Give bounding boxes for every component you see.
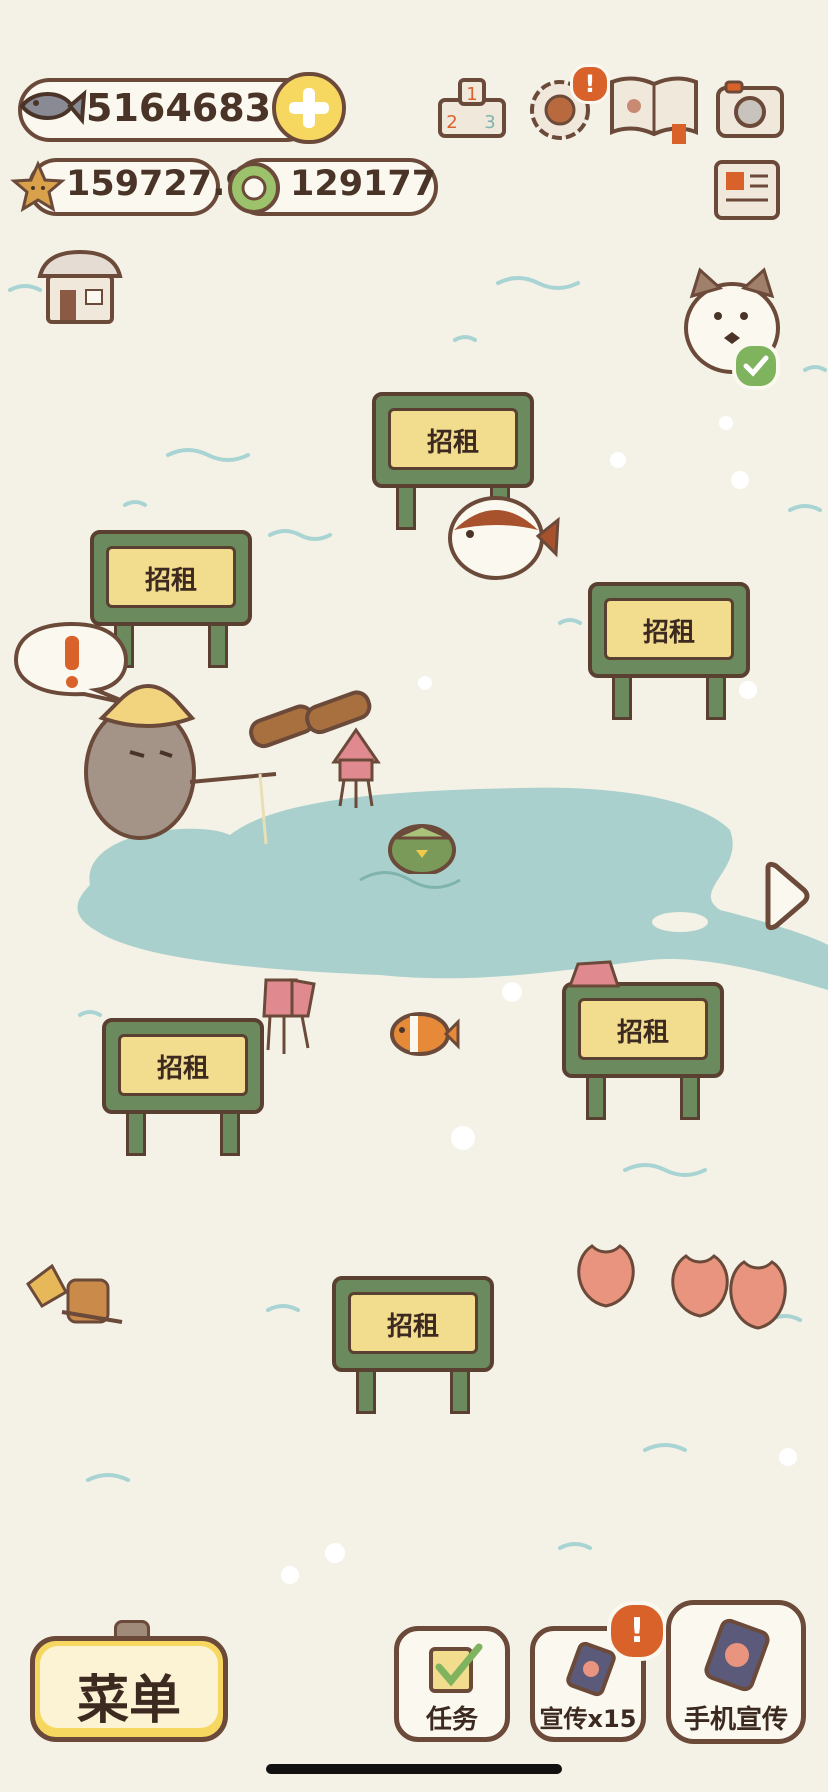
arrow-right-icon xyxy=(765,861,810,931)
rent-sign-4[interactable]: 招租 xyxy=(102,1018,264,1156)
svg-text:1: 1 xyxy=(466,84,477,105)
camera-button[interactable] xyxy=(714,76,786,142)
star-amount: 159727.9 xyxy=(66,164,250,204)
newspaper-icon xyxy=(714,160,780,220)
rent-sign-label: 招租 xyxy=(144,566,197,596)
rent-sign-label: 招租 xyxy=(616,1018,669,1048)
rent-sign-6[interactable]: 招租 xyxy=(332,1276,494,1414)
task-check-icon xyxy=(429,1643,483,1693)
shop-button[interactable] xyxy=(36,246,124,328)
task-label: 任务 xyxy=(425,1705,478,1735)
svg-text:3: 3 xyxy=(484,112,495,133)
shell-icon xyxy=(577,1244,635,1308)
fishing-gear-icon xyxy=(25,1263,123,1324)
star-icon xyxy=(10,160,66,213)
settings-alert-badge: ! xyxy=(570,64,610,104)
rent-sign-5[interactable]: 招租 xyxy=(562,982,724,1120)
settings-button[interactable]: ! xyxy=(522,64,610,146)
rent-sign-label: 招租 xyxy=(156,1054,209,1084)
shop-icon xyxy=(37,249,123,324)
pink-creature-icon xyxy=(567,960,621,988)
svg-text:2: 2 xyxy=(446,112,457,133)
rent-sign-label: 招租 xyxy=(642,618,695,648)
paw-book-button[interactable] xyxy=(608,72,700,146)
newspaper-button[interactable] xyxy=(710,156,784,224)
ring-amount: 129177 xyxy=(290,164,437,204)
fish-icon xyxy=(19,89,87,125)
add-currency-button[interactable] xyxy=(272,72,346,144)
menu-button[interactable]: 菜单 xyxy=(30,1620,228,1742)
home-indicator[interactable] xyxy=(266,1764,562,1774)
task-button[interactable]: 任务 xyxy=(394,1626,510,1742)
leaderboard-button[interactable]: 1 2 3 xyxy=(436,74,508,140)
squid-icon xyxy=(262,978,316,1054)
next-area-button[interactable] xyxy=(760,860,812,932)
clownfish-icon xyxy=(390,1012,460,1056)
squid-icon xyxy=(331,727,381,808)
rent-sign-3[interactable]: 招租 xyxy=(588,582,750,720)
shell-icon xyxy=(729,1260,787,1330)
promote-button[interactable]: 宣传x15 ! xyxy=(530,1601,667,1742)
pufferfish-icon[interactable] xyxy=(440,486,562,586)
menu-label: 菜单 xyxy=(76,1671,181,1731)
promote-alert-badge: ! xyxy=(607,1601,667,1661)
rent-sign-label: 招租 xyxy=(386,1312,439,1342)
visitor-cat[interactable] xyxy=(680,266,790,390)
ring-icon xyxy=(228,162,280,214)
phone-promote-icon xyxy=(704,1618,770,1692)
rent-sign-label: 招租 xyxy=(426,428,479,458)
phone-promote-button[interactable]: 手机宣传 xyxy=(666,1600,806,1744)
plus-icon xyxy=(289,88,329,128)
camera-icon xyxy=(716,80,784,138)
phone-promote-label: 手机宣传 xyxy=(683,1705,788,1735)
paw-book-icon xyxy=(610,76,698,144)
leaderboard-icon: 1 2 3 xyxy=(438,78,506,138)
promote-label: 宣传x15 xyxy=(539,1705,637,1733)
pond-creature-icon xyxy=(388,824,456,874)
visitor-check-badge xyxy=(732,342,780,390)
